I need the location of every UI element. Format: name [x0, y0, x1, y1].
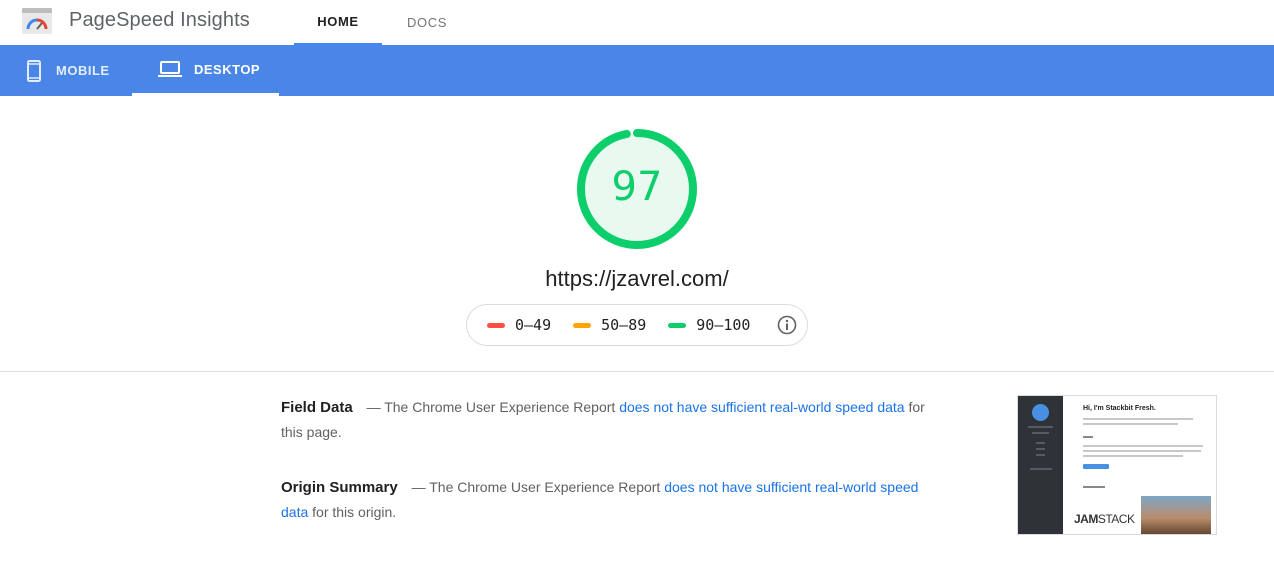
- thumbnail-sidebar-line: [1028, 426, 1053, 428]
- tab-mobile-label: MOBILE: [56, 63, 110, 78]
- field-data-prefix: — The Chrome User Experience Report: [366, 399, 616, 415]
- tab-mobile[interactable]: MOBILE: [24, 45, 134, 96]
- legend-swatch-orange: [573, 322, 592, 328]
- legend-item-pass: 90–100: [668, 316, 750, 334]
- performance-score: 97: [611, 164, 663, 210]
- laptop-icon: [158, 61, 182, 77]
- thumbnail-text-line: [1083, 486, 1105, 488]
- thumbnail-text-line: [1083, 455, 1183, 457]
- thumbnail-sidebar-line: [1036, 442, 1045, 444]
- legend-label: 50–89: [601, 316, 647, 334]
- thumbnail-jamstack-logo: JAMSTACK: [1074, 512, 1135, 526]
- device-tabs-bar: MOBILE DESKTOP: [0, 45, 1274, 96]
- top-header: PageSpeed Insights HOME DOCS: [0, 0, 1274, 45]
- origin-summary-title: Origin Summary: [281, 479, 398, 496]
- field-data-title: Field Data: [281, 399, 353, 416]
- smartphone-icon: [27, 59, 41, 82]
- legend-swatch-red: [487, 322, 505, 328]
- tab-home[interactable]: HOME: [294, 0, 382, 45]
- thumbnail-photo: [1141, 496, 1211, 534]
- stack-text: STACK: [1097, 512, 1135, 526]
- tab-docs[interactable]: DOCS: [388, 0, 466, 45]
- field-data-link[interactable]: does not have sufficient real-world spee…: [619, 399, 904, 415]
- score-legend: 0–49 50–89 90–100: [466, 304, 808, 346]
- legend-label: 90–100: [696, 316, 751, 334]
- info-icon[interactable]: [777, 315, 797, 335]
- thumbnail-sidebar: [1018, 396, 1063, 534]
- origin-summary-section: Origin Summary — The Chrome User Experie…: [281, 475, 941, 524]
- thumbnail-sidebar-line: [1036, 454, 1045, 456]
- thumbnail-text-line: [1083, 445, 1203, 447]
- tab-desktop-label: DESKTOP: [194, 61, 261, 77]
- field-data-section: Field Data — The Chrome User Experience …: [281, 395, 941, 444]
- thumbnail-button: [1083, 464, 1109, 469]
- thumbnail-text-line: [1083, 423, 1178, 425]
- legend-item-fail: 0–49: [487, 316, 551, 334]
- tab-desktop[interactable]: DESKTOP: [132, 45, 279, 96]
- thumbnail-sidebar-line: [1030, 468, 1052, 470]
- thumbnail-sidebar-line: [1032, 432, 1049, 434]
- legend-item-average: 50–89: [573, 316, 646, 334]
- thumbnail-heading: Hi, I'm Stackbit Fresh.: [1083, 405, 1156, 412]
- pagespeed-logo-icon: [22, 8, 52, 34]
- thumbnail-text-line: [1083, 418, 1193, 420]
- jam-text: JAM: [1074, 512, 1098, 526]
- legend-label: 0–49: [515, 316, 552, 334]
- legend-swatch-green: [668, 322, 687, 328]
- thumbnail-text-line: [1083, 450, 1201, 452]
- origin-summary-suffix: for this origin.: [312, 504, 397, 520]
- thumbnail-logo: [1032, 404, 1049, 421]
- section-divider: [0, 371, 1274, 372]
- page-screenshot-thumbnail: Hi, I'm Stackbit Fresh. JAMSTACK: [1017, 395, 1217, 535]
- app-title: PageSpeed Insights: [69, 9, 250, 31]
- thumbnail-sidebar-line: [1036, 448, 1045, 450]
- origin-summary-prefix: — The Chrome User Experience Report: [411, 479, 661, 495]
- thumbnail-text-line: [1083, 436, 1093, 438]
- tested-url: https://jzavrel.com/: [545, 266, 729, 291]
